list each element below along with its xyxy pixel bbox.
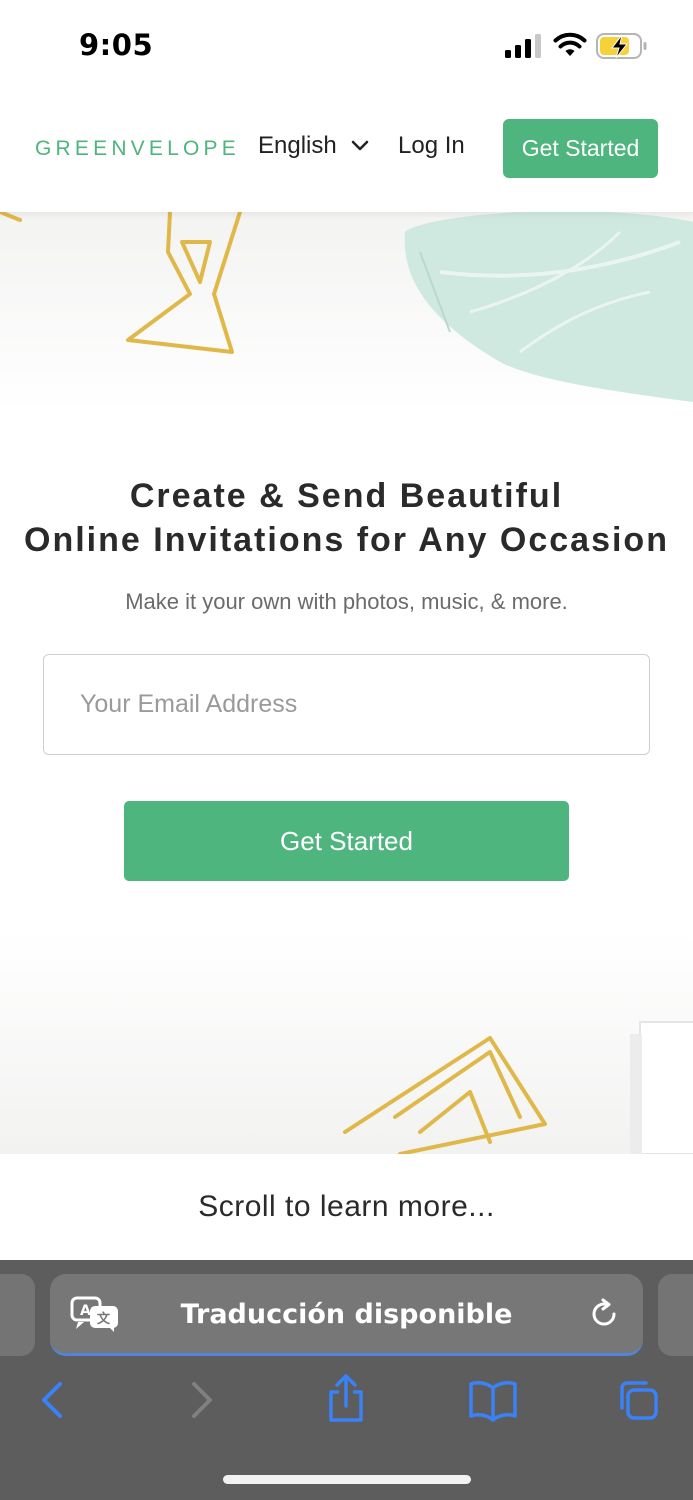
site-header: GREENVELOPE English Log In Get Started: [0, 92, 693, 212]
signal-icon: [505, 34, 541, 58]
forward-icon[interactable]: [180, 1378, 224, 1422]
previous-tab-preview[interactable]: [0, 1274, 35, 1356]
back-icon[interactable]: [30, 1378, 74, 1422]
status-time: 9:05: [79, 28, 154, 62]
battery-charging-icon: [596, 33, 647, 59]
wifi-icon: [553, 32, 587, 56]
greenvelope-logo[interactable]: GREENVELOPE: [35, 137, 240, 161]
next-tab-preview[interactable]: [658, 1274, 693, 1356]
hero-subtitle: Make it your own with photos, music, & m…: [125, 589, 568, 614]
tabs-icon[interactable]: [616, 1378, 660, 1422]
browser-toolbar: A 文 Traducción disponible: [0, 1260, 693, 1500]
hero-title-line-2: Online Invitations for Any Occasion: [24, 521, 669, 559]
reload-icon[interactable]: [588, 1298, 620, 1330]
hero-title: Create & Send Beautiful Online Invitatio…: [0, 474, 693, 562]
email-input[interactable]: [43, 654, 650, 755]
address-bar[interactable]: A 文 Traducción disponible: [50, 1274, 643, 1356]
address-text: Traducción disponible: [180, 1298, 513, 1330]
home-indicator: [223, 1475, 471, 1484]
status-bar: 9:05: [0, 0, 693, 92]
hero-get-started-button[interactable]: Get Started: [124, 801, 569, 881]
language-select[interactable]: English: [258, 132, 369, 160]
hero-section: Create & Send Beautiful Online Invitatio…: [0, 212, 693, 1154]
header-get-started-button[interactable]: Get Started: [503, 119, 658, 178]
scroll-hint: Scroll to learn more...: [0, 1154, 693, 1260]
scroll-hint-text: Scroll to learn more...: [198, 1190, 495, 1223]
chevron-down-icon: [351, 140, 369, 151]
login-link[interactable]: Log In: [398, 132, 465, 160]
share-icon[interactable]: [323, 1374, 369, 1424]
hero-title-line-1: Create & Send Beautiful: [129, 477, 564, 515]
bookmarks-icon[interactable]: [468, 1378, 518, 1422]
language-label: English: [258, 132, 337, 159]
